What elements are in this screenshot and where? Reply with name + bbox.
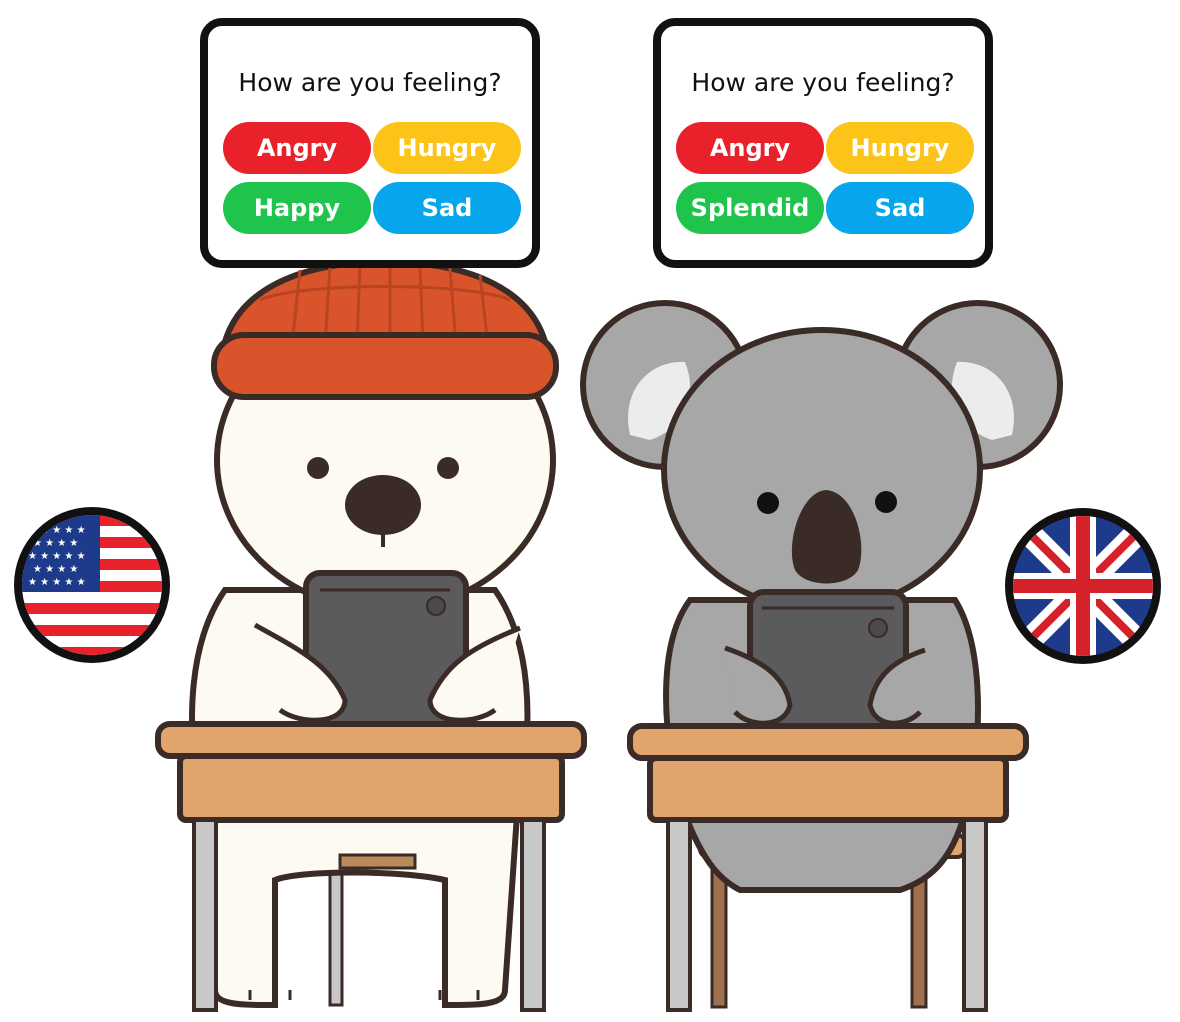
choice-sad-button[interactable]: Sad bbox=[373, 182, 521, 234]
classroom-scene: ★ ★ ★ ★ ★ ★ ★ ★ ★ ★ ★ ★ ★ ★ ★ ★ ★ ★ ★ ★ … bbox=[14, 258, 1161, 1012]
polar-bear-character bbox=[155, 258, 587, 1012]
choice-angry-button[interactable]: Angry bbox=[223, 122, 371, 174]
usa-flag-icon: ★ ★ ★ ★ ★ ★ ★ ★ ★ ★ ★ ★ ★ ★ ★ ★ ★ ★ ★ ★ … bbox=[14, 507, 170, 663]
choice-angry-button[interactable]: Angry bbox=[676, 122, 824, 174]
koala-character bbox=[580, 300, 1063, 1012]
feelings-card-left: How are you feeling? Angry Hungry Happy … bbox=[200, 18, 540, 268]
choice-splendid-button[interactable]: Splendid bbox=[676, 182, 824, 234]
choice-hungry-button[interactable]: Hungry bbox=[373, 122, 521, 174]
uk-flag-icon bbox=[1005, 508, 1161, 664]
choice-sad-button[interactable]: Sad bbox=[826, 182, 974, 234]
card-question: How are you feeling? bbox=[691, 68, 955, 97]
svg-text:★ ★ ★ ★ ★: ★ ★ ★ ★ ★ bbox=[28, 577, 86, 588]
choice-happy-button[interactable]: Happy bbox=[223, 182, 371, 234]
svg-text:★ ★ ★ ★: ★ ★ ★ ★ bbox=[33, 538, 78, 549]
svg-text:★ ★ ★ ★: ★ ★ ★ ★ bbox=[33, 564, 78, 575]
card-question: How are you feeling? bbox=[238, 68, 502, 97]
feelings-card-right: How are you feeling? Angry Hungry Splend… bbox=[653, 18, 993, 268]
illustration-canvas: ★ ★ ★ ★ ★ ★ ★ ★ ★ ★ ★ ★ ★ ★ ★ ★ ★ ★ ★ ★ … bbox=[0, 0, 1180, 1022]
choice-hungry-button[interactable]: Hungry bbox=[826, 122, 974, 174]
svg-text:★ ★ ★ ★ ★: ★ ★ ★ ★ ★ bbox=[28, 551, 86, 562]
